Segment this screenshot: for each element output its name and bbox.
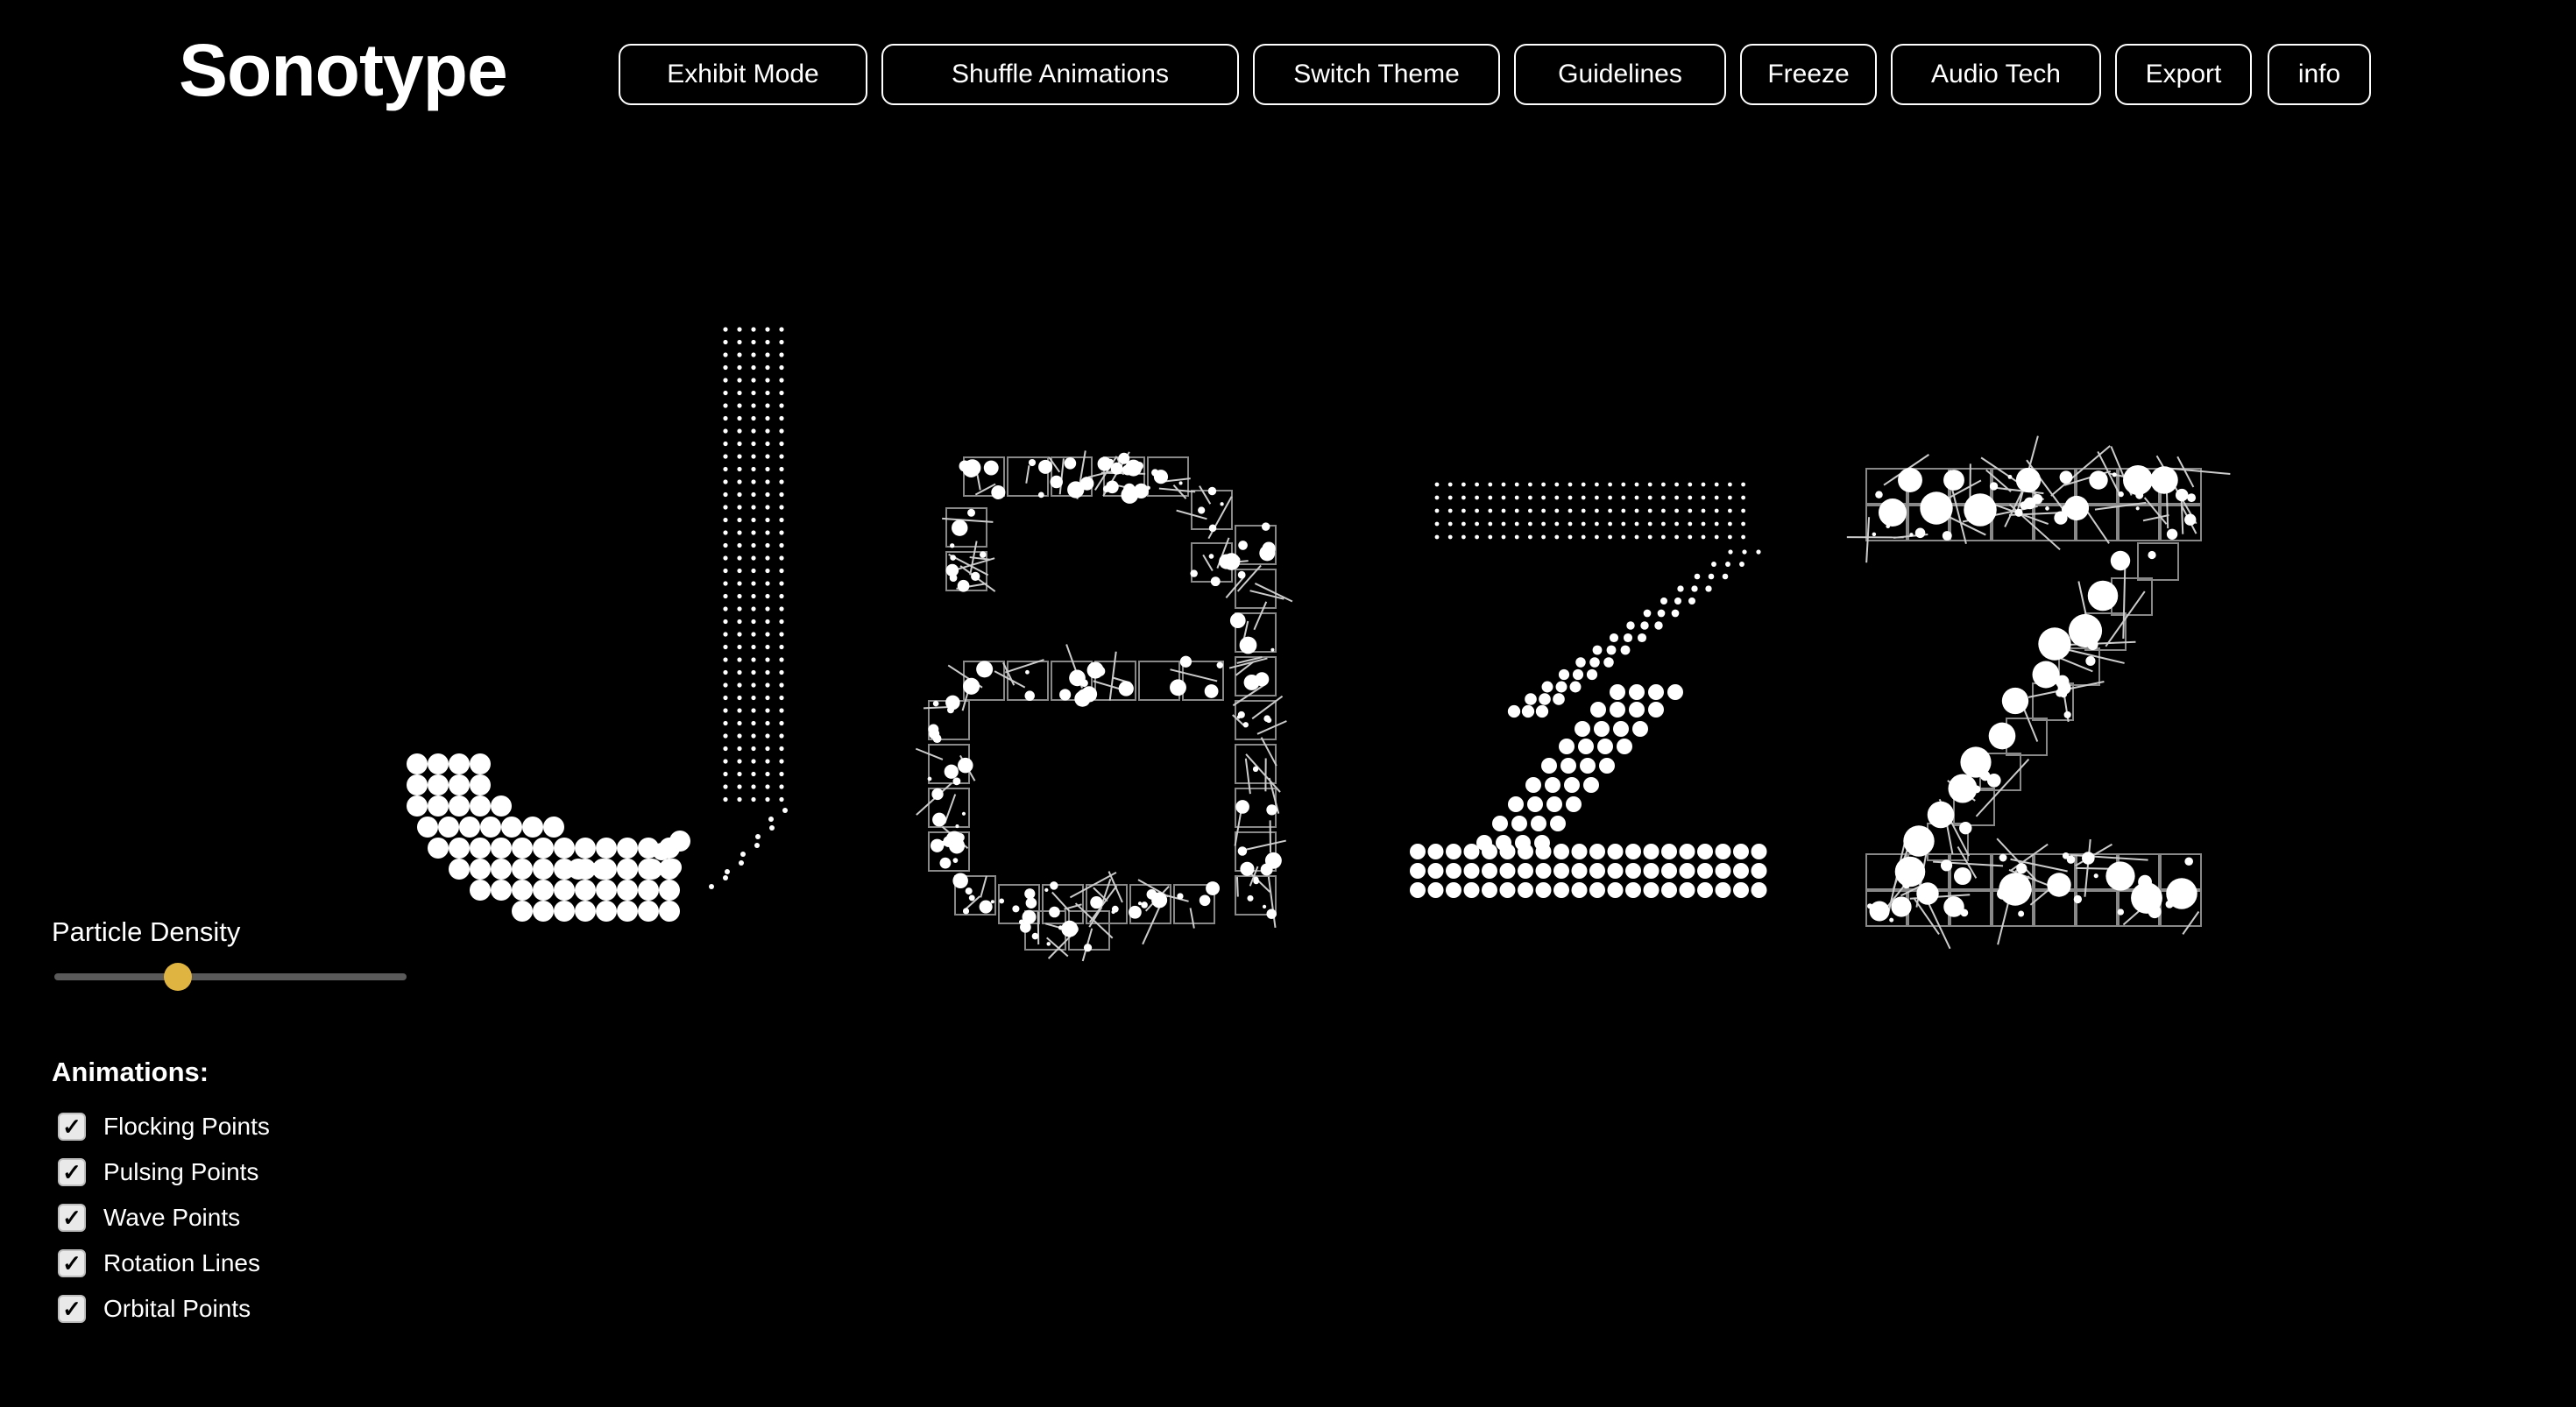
animation-option-rotation[interactable]: ✓ Rotation Lines — [58, 1246, 260, 1281]
letter-j — [407, 327, 788, 922]
animation-option-pulsing[interactable]: ✓ Pulsing Points — [58, 1155, 258, 1190]
animation-option-flocking[interactable]: ✓ Flocking Points — [58, 1109, 270, 1144]
animation-label: Pulsing Points — [103, 1158, 259, 1185]
animations-heading: Animations: — [52, 1057, 209, 1087]
slider-thumb[interactable] — [163, 963, 192, 991]
animation-label: Rotation Lines — [103, 1249, 261, 1276]
letter-z-large — [1846, 435, 2231, 950]
animation-option-orbital[interactable]: ✓ Orbital Points — [58, 1291, 251, 1326]
particle-density-label: Particle Density — [52, 916, 241, 947]
letter-z-small — [1410, 482, 1767, 898]
particle-density-slider[interactable] — [54, 963, 407, 991]
checkbox[interactable]: ✓ — [58, 1295, 86, 1323]
checkbox[interactable]: ✓ — [58, 1204, 86, 1232]
letter-a — [915, 450, 1293, 962]
checkbox[interactable]: ✓ — [58, 1249, 86, 1277]
animation-option-wave[interactable]: ✓ Wave Points — [58, 1200, 240, 1235]
animation-label: Flocking Points — [103, 1113, 270, 1140]
checkbox[interactable]: ✓ — [58, 1158, 86, 1186]
typography-canvas — [407, 327, 2231, 962]
checkbox[interactable]: ✓ — [58, 1113, 86, 1141]
animation-label: Orbital Points — [103, 1295, 251, 1322]
animation-label: Wave Points — [103, 1204, 241, 1231]
